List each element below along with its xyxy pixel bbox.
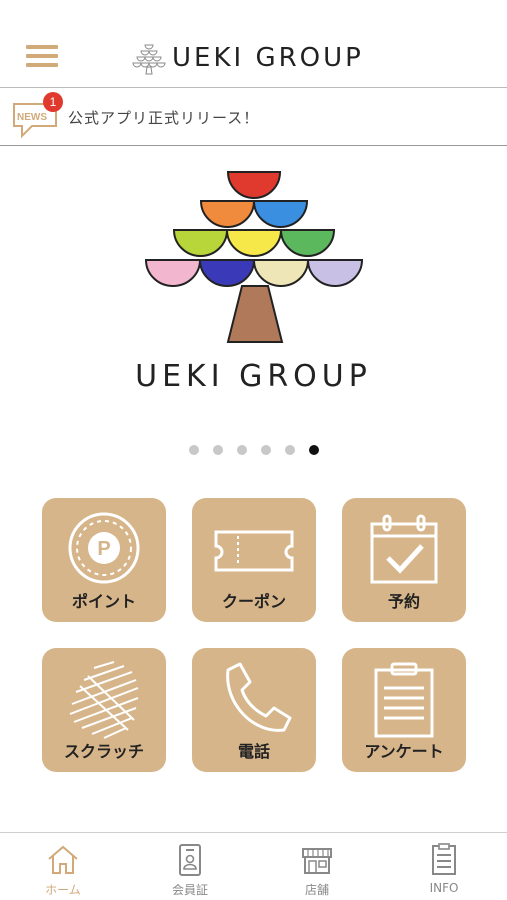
nav-store[interactable]: 店舗 <box>254 833 380 900</box>
tile-point[interactable]: P ポイント <box>42 498 166 622</box>
tile-label: クーポン <box>221 592 286 611</box>
carousel-dot[interactable] <box>236 445 247 455</box>
member-card-icon <box>179 844 201 876</box>
clipboard-survey-icon <box>374 662 434 738</box>
svg-text:P: P <box>97 538 110 560</box>
nav-label: 店舗 <box>304 883 329 897</box>
point-coin-icon: P <box>68 512 140 584</box>
tree-logo-image <box>144 171 364 343</box>
tile-label: 電話 <box>237 742 270 761</box>
nav-label: INFO <box>429 881 459 895</box>
news-banner[interactable]: NEWS 1 公式アプリ正式リリース！ <box>0 88 507 146</box>
nav-label: 会員証 <box>171 883 208 897</box>
app-title: UEKI GROUP <box>172 43 364 73</box>
tile-label: アンケート <box>364 742 444 761</box>
bottom-navigation: ホーム 会員証 店舗 INFO <box>0 832 507 900</box>
header-logo: UEKI GROUP <box>132 38 364 78</box>
phone-icon <box>226 662 292 732</box>
info-list-icon <box>432 843 456 875</box>
news-headline[interactable]: 公式アプリ正式リリース！ <box>68 107 259 128</box>
carousel-dot[interactable] <box>284 445 295 455</box>
store-icon <box>302 848 332 874</box>
tree-logo-icon <box>132 44 166 75</box>
app-header: UEKI GROUP <box>0 0 507 88</box>
carousel-pagination <box>0 445 507 457</box>
nav-label: ホーム <box>45 883 81 897</box>
nav-member-card[interactable]: 会員証 <box>127 833 253 900</box>
carousel-dot[interactable] <box>260 445 271 455</box>
tile-scratch[interactable]: スクラッチ <box>42 648 166 772</box>
svg-text:NEWS: NEWS <box>17 112 47 123</box>
tile-survey[interactable]: アンケート <box>342 648 466 772</box>
tile-phone[interactable]: 電話 <box>192 648 316 772</box>
carousel-dot-active[interactable] <box>308 445 319 455</box>
hero-title: UEKI GROUP <box>135 359 372 394</box>
hero-banner[interactable]: UEKI GROUP <box>0 146 507 431</box>
carousel-dot[interactable] <box>188 445 199 455</box>
tile-reservation[interactable]: 予約 <box>342 498 466 622</box>
tile-coupon[interactable]: クーポン <box>192 498 316 622</box>
calendar-check-icon <box>370 514 438 584</box>
nav-info[interactable]: INFO <box>381 833 507 900</box>
news-count-badge: 1 <box>43 92 63 112</box>
tile-label: ポイント <box>71 592 136 611</box>
scratch-icon <box>69 661 139 739</box>
nav-home[interactable]: ホーム <box>0 833 126 900</box>
home-icon <box>48 845 78 874</box>
coupon-ticket-icon <box>214 530 294 572</box>
carousel-dot[interactable] <box>212 445 223 455</box>
hamburger-menu-icon[interactable] <box>26 42 60 70</box>
tile-label: スクラッチ <box>63 742 144 761</box>
tile-label: 予約 <box>387 592 420 611</box>
